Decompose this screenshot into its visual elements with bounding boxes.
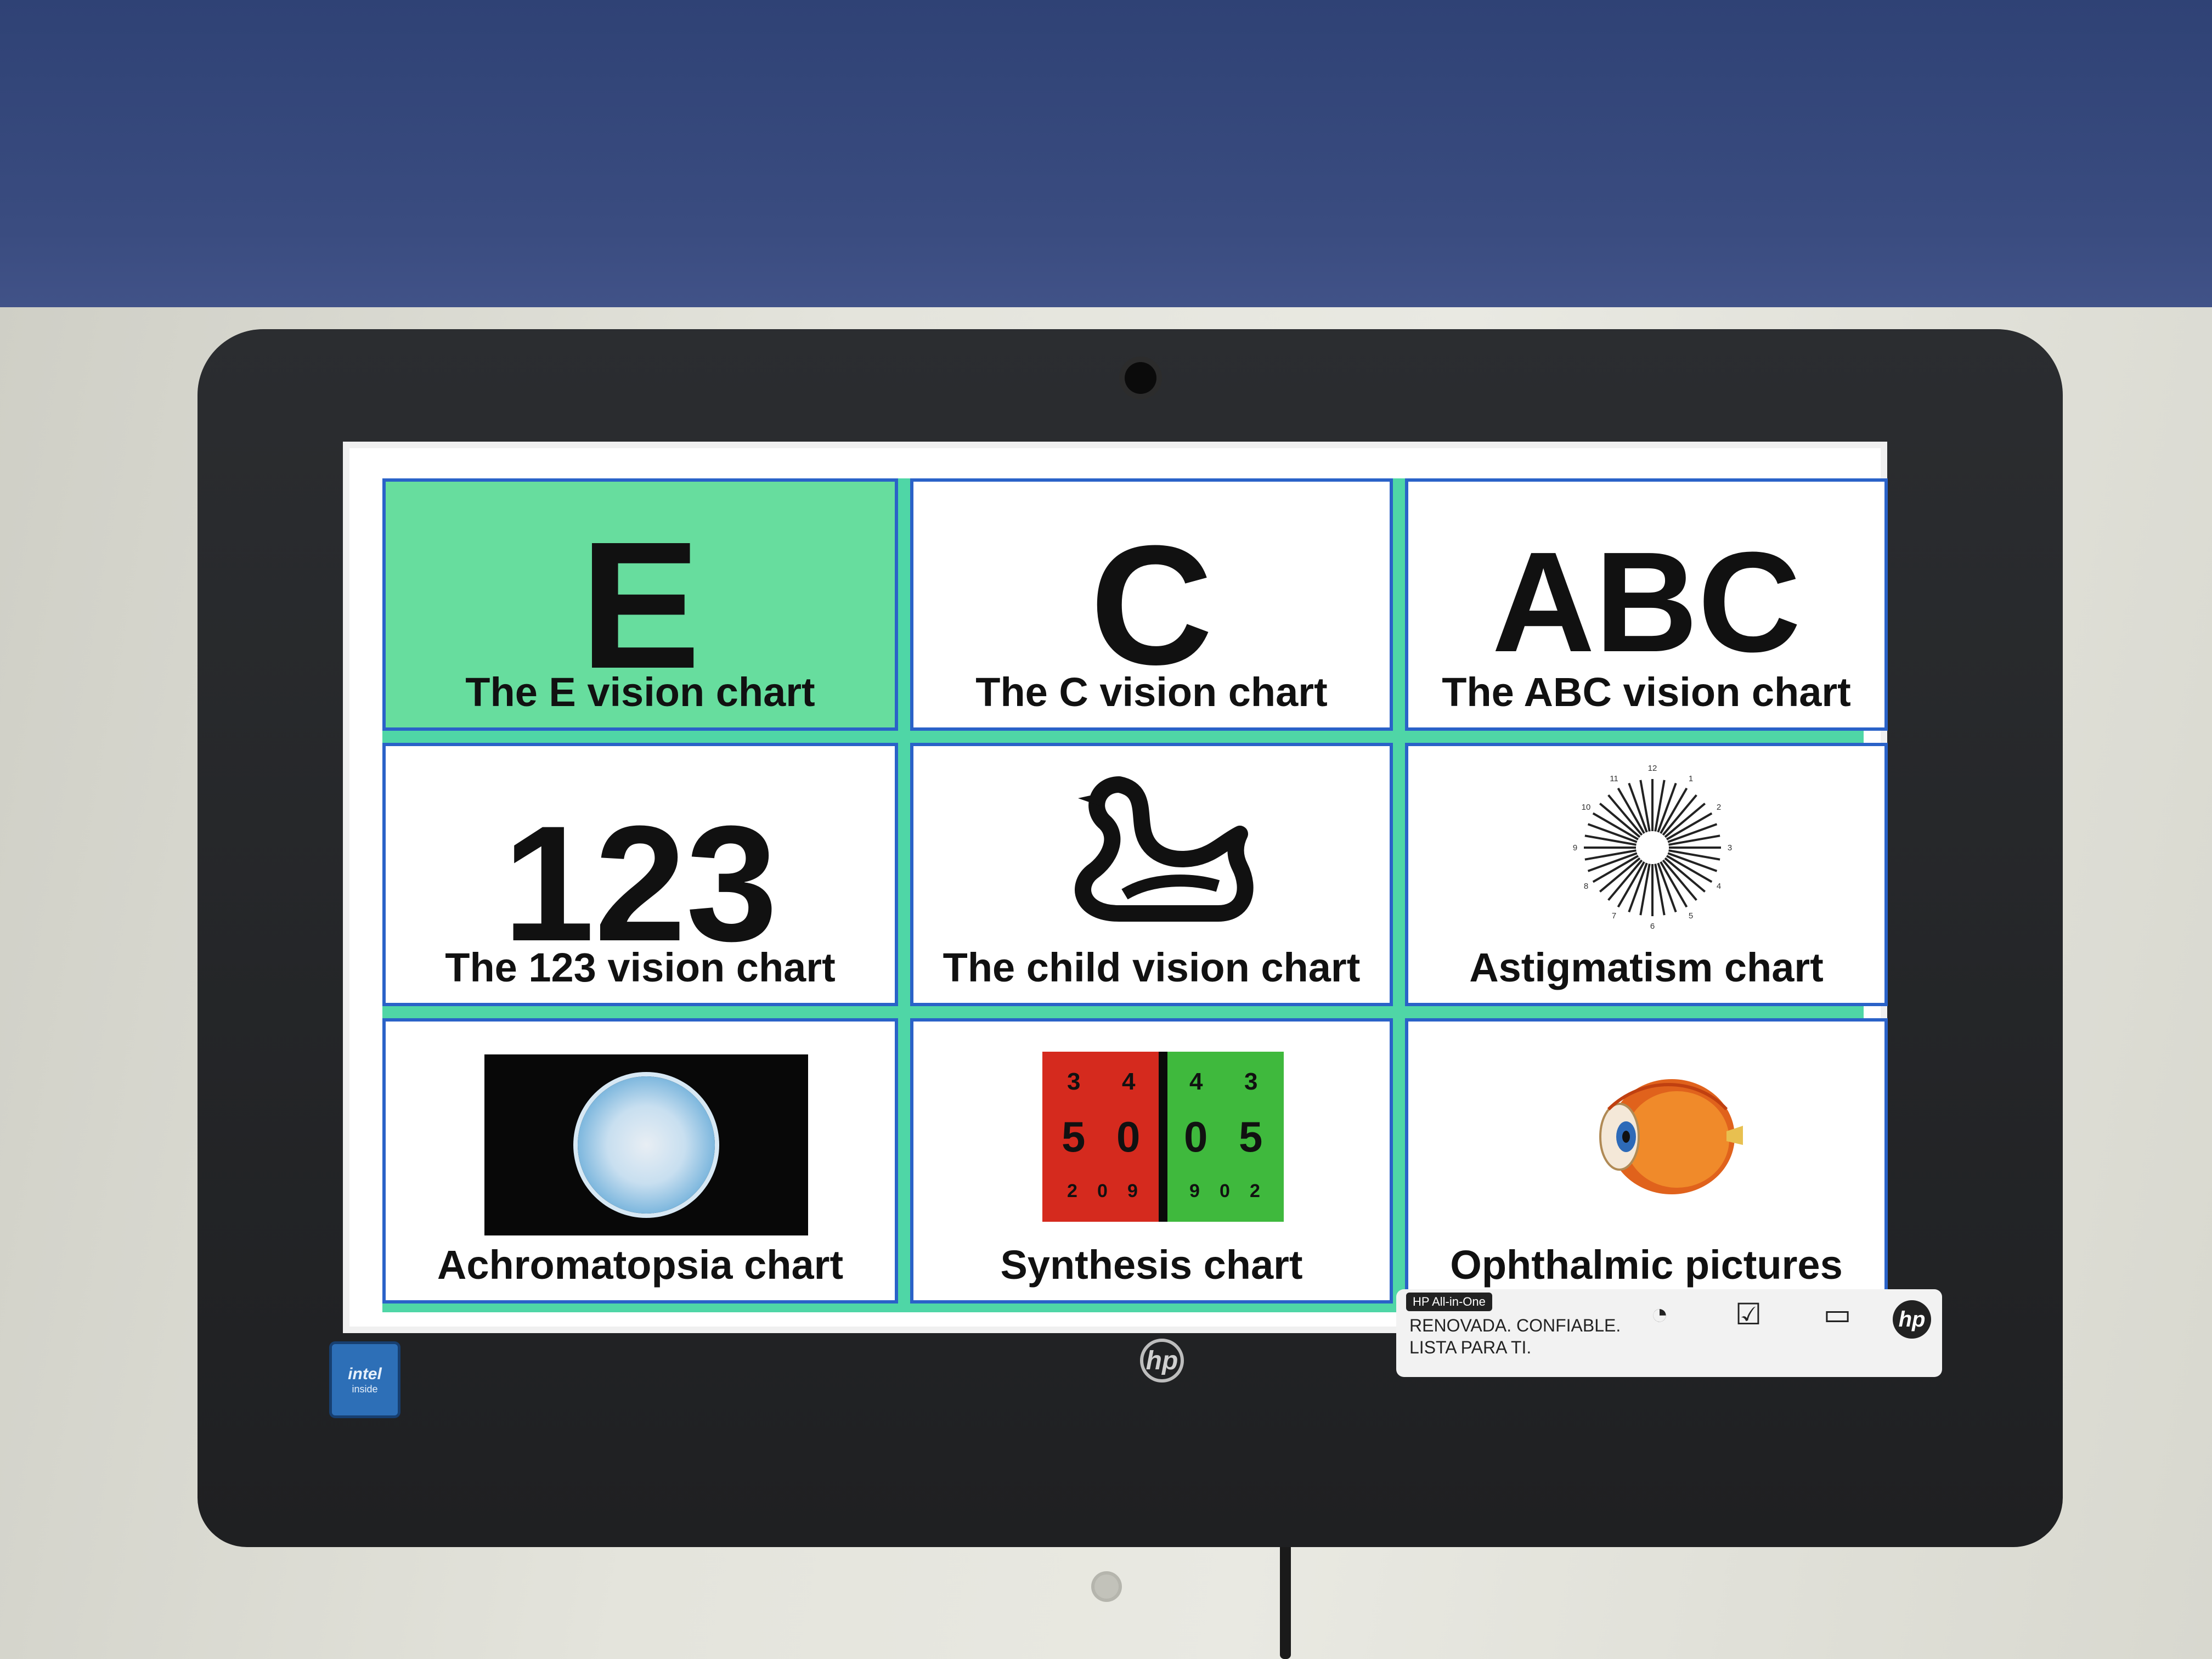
wall-blue <box>0 0 2212 329</box>
red-green-numbers-icon: 3 4 5 0 2 0 9 4 3 0 5 9 0 2 <box>1042 1052 1284 1222</box>
tile-synthesis-chart[interactable]: 3 4 5 0 2 0 9 4 3 0 5 9 0 2 Synthesis ch… <box>910 1018 1393 1304</box>
abc-glyph: ABC <box>1492 523 1801 682</box>
red-panel: 3 4 5 0 2 0 9 <box>1042 1052 1159 1222</box>
astig-spoke <box>1654 780 1666 832</box>
astig-spoke <box>1654 864 1666 916</box>
astig-spoke <box>1668 834 1720 846</box>
synth-digit: 2 <box>1067 1181 1077 1201</box>
astig-number: 4 <box>1717 882 1721 891</box>
product-sticker: HP All-in-One RENOVADA. CONFIABLE. LISTA… <box>1396 1289 1942 1377</box>
tile-c-chart[interactable]: C The C vision chart <box>910 478 1393 731</box>
astig-spoke <box>1639 780 1651 832</box>
tile-label: Synthesis chart <box>1000 1242 1303 1288</box>
speedometer-icon: ◔ <box>1650 1297 1669 1330</box>
synth-digit: 5 <box>1239 1113 1263 1161</box>
e-glyph: E <box>579 504 701 706</box>
astigmatism-dial-icon: 12 1 2 3 4 5 6 7 8 9 10 11 <box>1573 764 1732 931</box>
astig-spoke <box>1584 834 1637 846</box>
number-glyph: 123 <box>503 791 778 975</box>
synth-digit: 0 <box>1220 1181 1230 1201</box>
astig-spoke <box>1587 823 1638 843</box>
astig-number: 10 <box>1582 803 1591 812</box>
astig-number: 6 <box>1650 922 1655 931</box>
synth-digit: 5 <box>1062 1113 1086 1161</box>
astig-spoke <box>1584 849 1637 861</box>
astig-number: 7 <box>1612 911 1616 921</box>
synth-digit: 2 <box>1250 1181 1260 1201</box>
color-plate-icon <box>578 1076 715 1214</box>
tile-label: Ophthalmic pictures <box>1450 1242 1843 1288</box>
sticker-line-2: LISTA PARA TI. <box>1409 1338 1532 1357</box>
synth-digit: 0 <box>1184 1113 1208 1161</box>
tile-astigmatism-chart[interactable]: 12 1 2 3 4 5 6 7 8 9 10 11 Astigmatism c… <box>1405 743 1888 1006</box>
tile-ophthalmic-pictures[interactable]: Ophthalmic pictures <box>1405 1018 1888 1304</box>
chart-menu-grid: E The E vision chart C The C vision char… <box>382 478 1888 1312</box>
eye-anatomy-icon <box>1599 1079 1743 1194</box>
synth-digit: 3 <box>1244 1068 1258 1095</box>
color-plate-background <box>484 1054 808 1235</box>
screen: E The E vision chart C The C vision char… <box>343 442 1888 1333</box>
astig-number: 1 <box>1689 774 1693 783</box>
astig-number: 12 <box>1648 764 1657 773</box>
tile-e-chart[interactable]: E The E vision chart <box>382 478 898 731</box>
astig-spoke <box>1628 862 1648 913</box>
astig-number: 9 <box>1573 843 1577 853</box>
astig-spoke <box>1667 823 1718 843</box>
synth-digit: 0 <box>1097 1181 1108 1201</box>
hp-logo: hp <box>1140 1339 1184 1383</box>
webcam-icon <box>1125 362 1156 394</box>
wall-screw <box>1094 1575 1119 1599</box>
intel-badge-top: intel <box>348 1364 382 1383</box>
synth-digit: 9 <box>1127 1181 1138 1201</box>
synth-digit: 0 <box>1116 1113 1141 1161</box>
astig-number: 8 <box>1584 882 1588 891</box>
astig-spoke <box>1657 862 1677 913</box>
panel-divider <box>1159 1052 1167 1222</box>
monitor-icon: ▭ <box>1823 1298 1852 1331</box>
tile-123-chart[interactable]: 123 The 123 vision chart <box>382 743 898 1006</box>
astig-number: 3 <box>1728 843 1732 853</box>
tile-label: Achromatopsia chart <box>437 1242 844 1288</box>
sticker-icons: ◔ ☑ ▭ <box>1632 1297 1865 1331</box>
tile-achromatopsia-chart[interactable]: Achromatopsia chart <box>382 1018 898 1304</box>
tile-label: The child vision chart <box>943 945 1361 990</box>
tile-abc-chart[interactable]: ABC The ABC vision chart <box>1405 478 1888 731</box>
astig-spoke <box>1668 849 1720 861</box>
tile-label: Astigmatism chart <box>1469 945 1824 990</box>
sticker-tag: HP All-in-One <box>1406 1293 1492 1311</box>
intel-badge-bottom: inside <box>352 1383 378 1395</box>
green-panel: 4 3 0 5 9 0 2 <box>1167 1052 1284 1222</box>
intel-badge: intel inside <box>332 1344 398 1415</box>
astig-spoke <box>1628 782 1648 833</box>
synth-digit: 3 <box>1067 1068 1081 1095</box>
synth-digit: 4 <box>1122 1068 1136 1095</box>
astig-spoke <box>1587 852 1638 872</box>
astig-number: 2 <box>1717 803 1721 812</box>
c-glyph: C <box>1090 510 1213 700</box>
clipboard-check-icon: ☑ <box>1735 1298 1762 1331</box>
sticker-line-1: RENOVADA. CONFIABLE. <box>1409 1316 1621 1335</box>
swan-icon <box>1075 776 1254 922</box>
astig-number: 5 <box>1689 911 1693 921</box>
synth-digit: 4 <box>1189 1068 1203 1095</box>
astig-number: 11 <box>1610 774 1618 783</box>
hp-mini-logo: hp <box>1893 1300 1931 1339</box>
tile-child-chart[interactable]: The child vision chart <box>910 743 1393 1006</box>
astig-spoke <box>1667 852 1718 872</box>
astig-spoke <box>1657 782 1677 833</box>
astig-spoke <box>1639 864 1651 916</box>
synth-digit: 9 <box>1189 1181 1200 1201</box>
